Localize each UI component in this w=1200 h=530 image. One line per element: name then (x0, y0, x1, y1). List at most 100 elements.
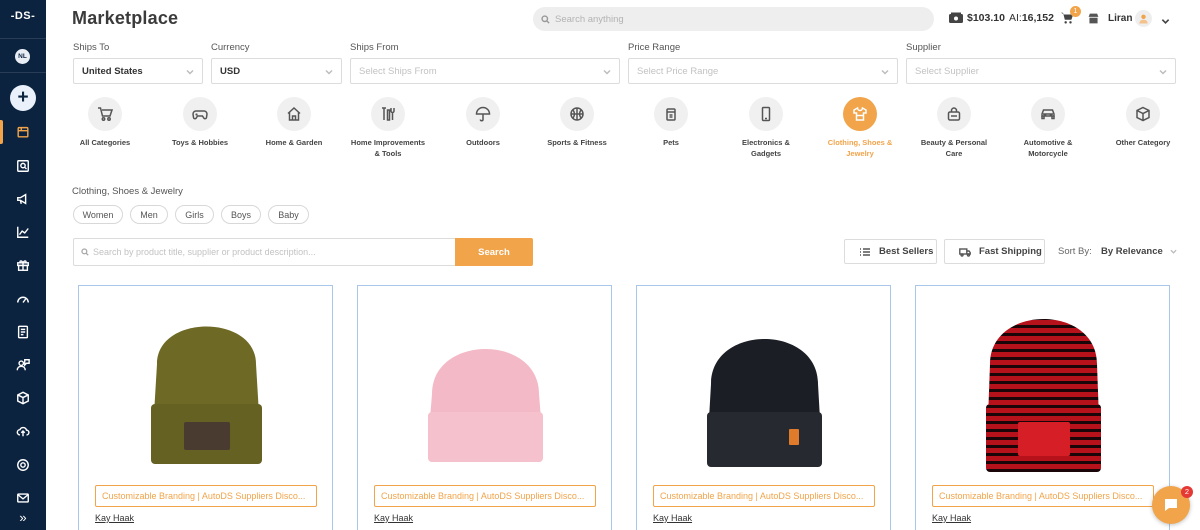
sidebar-item-analytics[interactable] (0, 221, 46, 243)
truck-icon (959, 247, 971, 257)
category-icon-wrap (843, 97, 877, 131)
supplier-link[interactable]: Kay Haak (374, 513, 413, 523)
category-icon-wrap (277, 97, 311, 131)
product-search[interactable] (73, 238, 455, 266)
sidebar-item-marketing[interactable] (0, 188, 46, 210)
user-name[interactable]: Liran (1108, 13, 1132, 24)
sidebar-item-messages[interactable] (0, 487, 46, 509)
supplier-link[interactable]: Kay Haak (653, 513, 692, 523)
chevron-down-icon (325, 69, 333, 75)
product-card[interactable]: Customizable Branding | AutoDS Suppliers… (636, 285, 891, 530)
product-image[interactable] (966, 304, 1121, 479)
box-icon (17, 391, 29, 405)
app-logo[interactable]: -DS- (0, 10, 46, 22)
search-icon (541, 14, 550, 24)
sort-value: By Relevance (1101, 246, 1163, 257)
category-clothing[interactable]: Clothing, Shoes & Jewelry (820, 97, 900, 159)
currency-select[interactable]: USD (211, 58, 342, 84)
search-button[interactable]: Search (455, 238, 533, 266)
category-home-garden[interactable]: Home & Garden (254, 97, 334, 148)
sidebar-item-products[interactable] (0, 155, 46, 177)
chevron-down-icon (1161, 19, 1170, 24)
sidebar-item-reports[interactable] (0, 321, 46, 343)
category-other[interactable]: Other Category (1103, 97, 1183, 148)
product-image[interactable] (687, 304, 842, 479)
supplier-link[interactable]: Kay Haak (932, 513, 971, 523)
ships-from-select[interactable]: Select Ships From (350, 58, 620, 84)
global-search[interactable] (533, 7, 934, 31)
category-automotive[interactable]: Automotive & Motorcycle (1008, 97, 1088, 159)
fast-shipping-button[interactable]: Fast Shipping (944, 239, 1045, 264)
ships-to-select[interactable]: United States (73, 58, 203, 84)
sidebar-item-customers[interactable] (0, 354, 46, 376)
category-icon-wrap (654, 97, 688, 131)
document-icon (17, 325, 29, 339)
user-icon (1139, 14, 1148, 24)
store-switch-button[interactable] (1087, 12, 1100, 30)
ships-from-placeholder: Select Ships From (359, 65, 437, 77)
global-search-input[interactable] (555, 13, 915, 25)
store-icon (1088, 13, 1099, 24)
fast-shipping-label: Fast Shipping (979, 246, 1042, 257)
chip-girls[interactable]: Girls (175, 205, 214, 224)
chip-boys[interactable]: Boys (221, 205, 261, 224)
sidebar-item-orders[interactable] (0, 254, 46, 276)
orange-tag (789, 429, 799, 445)
price-range-select[interactable]: Select Price Range (628, 58, 898, 84)
best-sellers-button[interactable]: Best Sellers (844, 239, 937, 264)
category-label: Sports & Fitness (547, 138, 607, 147)
category-sports[interactable]: Sports & Fitness (537, 97, 617, 148)
basketball-icon (570, 107, 584, 121)
price-range-placeholder: Select Price Range (637, 65, 719, 77)
product-tag[interactable]: Customizable Branding | AutoDS Suppliers… (932, 485, 1154, 507)
support-icon (17, 459, 29, 471)
product-search-input[interactable] (93, 247, 443, 257)
category-toys[interactable]: Toys & Hobbies (160, 97, 240, 148)
category-home-improvements[interactable]: Home Improvements & Tools (348, 97, 428, 159)
sidebar-item-support[interactable] (0, 454, 46, 476)
sidebar-item-dashboard[interactable] (0, 288, 46, 310)
chevron-down-icon (1170, 249, 1178, 254)
product-tag[interactable]: Customizable Branding | AutoDS Suppliers… (374, 485, 596, 507)
product-image[interactable] (408, 304, 563, 479)
product-card[interactable]: Customizable Branding | AutoDS Suppliers… (78, 285, 333, 530)
chip-men[interactable]: Men (130, 205, 168, 224)
product-card[interactable]: Customizable Branding | AutoDS Suppliers… (357, 285, 612, 530)
sidebar: -DS- NL + » (0, 0, 46, 530)
chip-baby[interactable]: Baby (268, 205, 309, 224)
category-pets[interactable]: Pets (631, 97, 711, 148)
sidebar-item-marketplace[interactable] (0, 121, 46, 143)
gift-icon (17, 260, 29, 271)
ships-to-label: Ships To (73, 42, 110, 53)
expand-sidebar-button[interactable]: » (0, 510, 46, 525)
category-all[interactable]: All Categories (65, 97, 145, 148)
beanie-top (154, 326, 259, 414)
category-label: Beauty & Personal Care (920, 138, 988, 158)
sort-select[interactable]: By Relevance (1101, 246, 1178, 257)
avatar[interactable]: NL (15, 49, 30, 64)
category-icon-wrap (560, 97, 594, 131)
product-tag[interactable]: Customizable Branding | AutoDS Suppliers… (95, 485, 317, 507)
mail-icon (17, 493, 29, 503)
beanie-top (709, 339, 820, 419)
product-card[interactable]: Customizable Branding | AutoDS Suppliers… (915, 285, 1170, 530)
cart-button[interactable]: 1 (1060, 6, 1081, 27)
sidebar-item-import[interactable] (0, 420, 46, 442)
chip-women[interactable]: Women (73, 205, 123, 224)
car-icon (1041, 109, 1055, 120)
sidebar-item-inventory[interactable] (0, 387, 46, 409)
user-menu-toggle[interactable] (1161, 13, 1170, 31)
category-outdoors[interactable]: Outdoors (443, 97, 523, 148)
category-electronics[interactable]: Electronics & Gadgets (726, 97, 806, 159)
add-button[interactable]: + (10, 85, 36, 111)
product-tag[interactable]: Customizable Branding | AutoDS Suppliers… (653, 485, 875, 507)
shirt-icon (853, 106, 867, 121)
supplier-select[interactable]: Select Supplier (906, 58, 1176, 84)
avatar[interactable] (1135, 10, 1152, 27)
supplier-placeholder: Select Supplier (915, 65, 979, 77)
product-image[interactable] (129, 304, 284, 479)
category-beauty[interactable]: Beauty & Personal Care (914, 97, 994, 159)
wallet-balance[interactable]: $103.10 AI:16,152 (948, 11, 1054, 25)
category-icon-wrap (88, 97, 122, 131)
supplier-link[interactable]: Kay Haak (95, 513, 134, 523)
